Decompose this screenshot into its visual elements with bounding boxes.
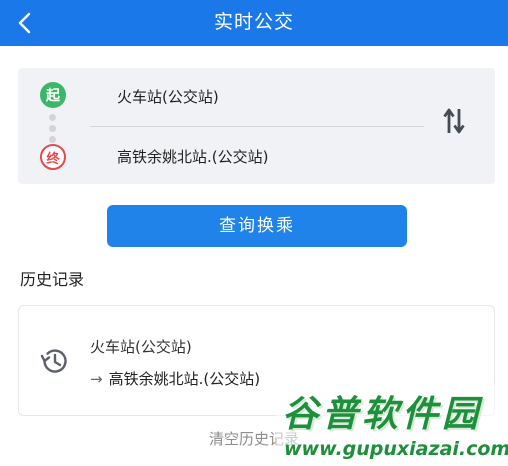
route-input-card: 起 终 火车站(公交站) 高铁余姚北站.(公交站): [18, 68, 495, 184]
to-stop-field[interactable]: 高铁余姚北站.(公交站): [117, 146, 268, 167]
route-dot: [49, 114, 56, 121]
history-to-row: → 高铁余姚北站.(公交站): [90, 368, 260, 389]
history-to-stop: 高铁余姚北站.(公交站): [108, 370, 261, 388]
route-dots: [49, 114, 57, 147]
end-badge: 终: [40, 144, 66, 170]
start-badge: 起: [40, 82, 66, 108]
page-title: 实时公交: [213, 11, 294, 33]
bus-transfer-screen: 实时公交 起 终 火车站(公交站) 高铁余姚北站.(公交站) 查询换乘 历史记录…: [0, 0, 508, 466]
history-section-title: 历史记录: [20, 270, 85, 289]
route-divider: [90, 126, 424, 127]
query-transfer-button[interactable]: 查询换乘: [107, 205, 407, 247]
swap-vertical-icon: [443, 108, 465, 134]
swap-stops-button[interactable]: [440, 104, 468, 138]
history-clock-icon: [40, 349, 67, 373]
history-from-stop: 火车站(公交站): [90, 338, 192, 356]
site-watermark: 谷普软件园 www.gupuxiazai.com: [276, 383, 508, 466]
watermark-brand: 谷普软件园: [282, 394, 483, 435]
watermark-url: www.gupuxiazai.com: [284, 438, 508, 460]
app-header: 实时公交: [0, 0, 508, 46]
route-dot: [49, 125, 56, 132]
route-dot: [49, 136, 56, 143]
from-stop-field[interactable]: 火车站(公交站): [117, 86, 219, 107]
arrow-right-icon: →: [90, 369, 103, 388]
